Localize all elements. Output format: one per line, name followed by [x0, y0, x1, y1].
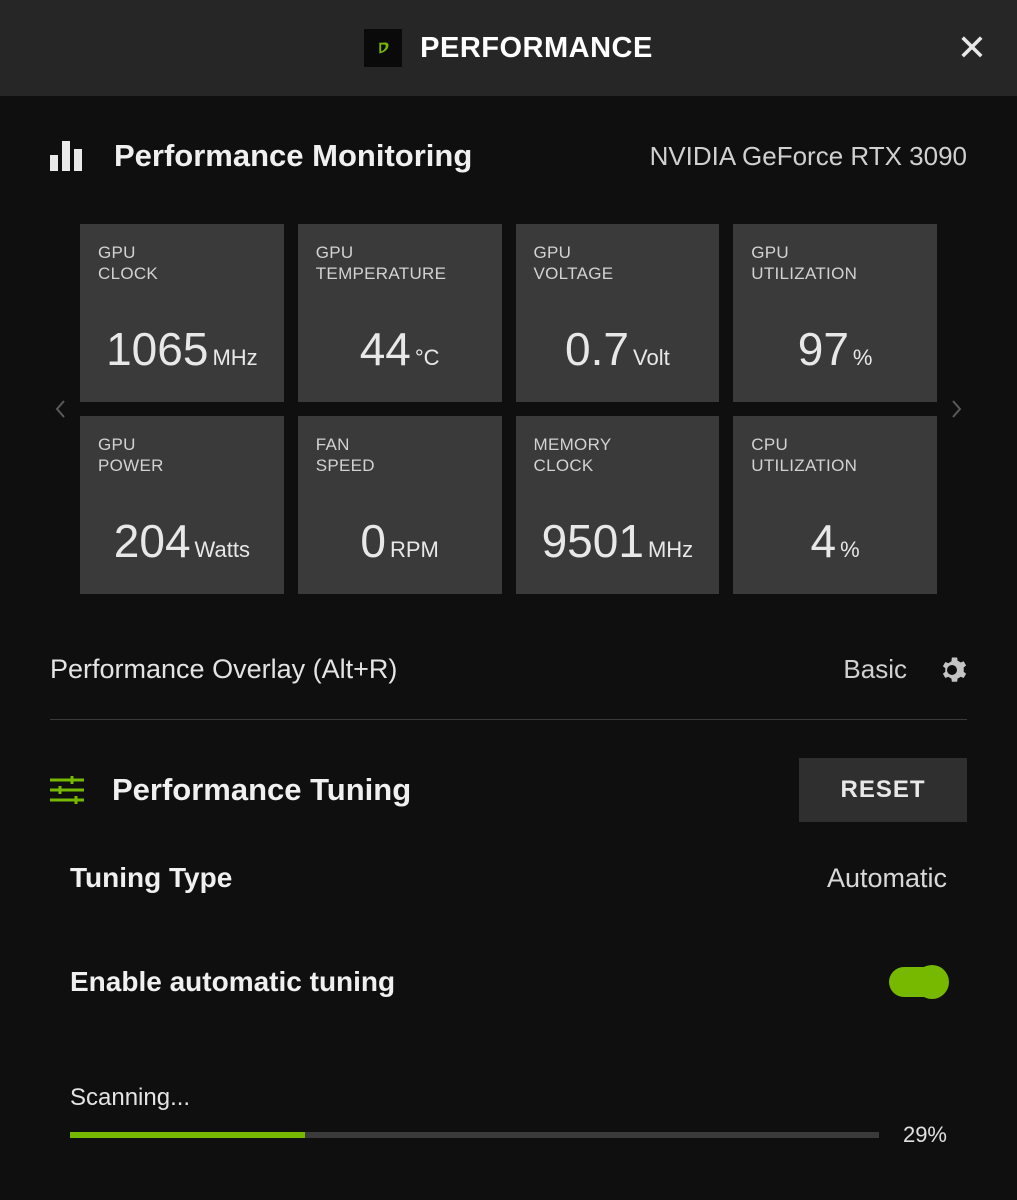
metrics-grid: GPUCLOCK 1065 MHz GPUTEMPERATURE 44 °C G…	[80, 224, 937, 594]
metric-label: GPUPOWER	[98, 434, 266, 478]
metric-value-row: 97 %	[751, 322, 919, 388]
tuning-title: Performance Tuning	[112, 772, 411, 808]
enable-tuning-toggle[interactable]	[889, 967, 947, 997]
metric-value: 1065	[106, 322, 208, 376]
metric-fan-speed: FANSPEED 0 RPM	[298, 416, 502, 594]
metric-value: 204	[114, 514, 191, 568]
nvidia-logo-icon	[364, 29, 402, 67]
overlay-mode-select[interactable]: Basic	[843, 654, 907, 685]
tuning-type-label: Tuning Type	[70, 862, 232, 894]
titlebar-title: PERFORMANCE	[420, 32, 653, 65]
enable-tuning-row: Enable automatic tuning	[50, 966, 967, 998]
metric-value-row: 0 RPM	[316, 514, 484, 580]
overlay-label: Performance Overlay (Alt+R)	[50, 654, 397, 685]
metric-value-row: 204 Watts	[98, 514, 266, 580]
metric-label: GPUTEMPERATURE	[316, 242, 484, 286]
tuning-type-value: Automatic	[827, 863, 947, 894]
progress-fill	[70, 1132, 305, 1138]
metric-unit: Watts	[195, 537, 250, 563]
tuning-progress: Scanning... 29%	[50, 1084, 967, 1148]
metric-label: GPUVOLTAGE	[534, 242, 702, 286]
close-icon[interactable]: ✕	[957, 30, 987, 66]
monitoring-header: Performance Monitoring NVIDIA GeForce RT…	[50, 138, 967, 174]
bars-icon	[50, 141, 86, 171]
metric-value: 0	[360, 514, 386, 568]
metric-gpu-power: GPUPOWER 204 Watts	[80, 416, 284, 594]
sliders-icon	[50, 775, 84, 805]
metrics-prev-button[interactable]	[50, 389, 70, 429]
metric-value: 44	[360, 322, 411, 376]
metric-cpu-util: CPUUTILIZATION 4 %	[733, 416, 937, 594]
titlebar: PERFORMANCE ✕	[0, 0, 1017, 96]
metric-gpu-voltage: GPUVOLTAGE 0.7 Volt	[516, 224, 720, 402]
tuning-type-row[interactable]: Tuning Type Automatic	[50, 862, 967, 894]
metric-unit: %	[853, 345, 873, 371]
toggle-knob-icon	[915, 965, 949, 999]
metric-memory-clock: MEMORYCLOCK 9501 MHz	[516, 416, 720, 594]
metric-value-row: 0.7 Volt	[534, 322, 702, 388]
metric-label: GPUCLOCK	[98, 242, 266, 286]
progress-label: Scanning...	[70, 1084, 947, 1112]
metric-unit: MHz	[648, 537, 693, 563]
metric-label: FANSPEED	[316, 434, 484, 478]
metric-value-row: 9501 MHz	[534, 514, 702, 580]
metric-gpu-temp: GPUTEMPERATURE 44 °C	[298, 224, 502, 402]
metric-unit: MHz	[212, 345, 257, 371]
metric-value-row: 1065 MHz	[98, 322, 266, 388]
reset-button[interactable]: RESET	[799, 758, 967, 822]
metric-unit: Volt	[633, 345, 670, 371]
metric-unit: °C	[415, 345, 440, 371]
metrics-next-button[interactable]	[947, 389, 967, 429]
metric-label: CPUUTILIZATION	[751, 434, 919, 478]
metric-value: 0.7	[565, 322, 629, 376]
metric-value: 4	[811, 514, 837, 568]
metric-label: GPUUTILIZATION	[751, 242, 919, 286]
enable-tuning-label: Enable automatic tuning	[70, 966, 395, 998]
metric-gpu-clock: GPUCLOCK 1065 MHz	[80, 224, 284, 402]
gear-icon[interactable]	[937, 655, 967, 685]
metric-value: 9501	[542, 514, 644, 568]
titlebar-center: PERFORMANCE	[364, 29, 653, 67]
overlay-row: Performance Overlay (Alt+R) Basic	[50, 654, 967, 720]
metric-value-row: 44 °C	[316, 322, 484, 388]
monitoring-title: Performance Monitoring	[114, 138, 472, 174]
gpu-name: NVIDIA GeForce RTX 3090	[650, 141, 967, 172]
progress-percent: 29%	[903, 1122, 947, 1148]
metric-label: MEMORYCLOCK	[534, 434, 702, 478]
metric-unit: RPM	[390, 537, 439, 563]
metric-value: 97	[798, 322, 849, 376]
metric-gpu-util: GPUUTILIZATION 97 %	[733, 224, 937, 402]
tuning-header: Performance Tuning RESET	[50, 758, 967, 822]
metric-value-row: 4 %	[751, 514, 919, 580]
metric-unit: %	[840, 537, 860, 563]
progress-bar	[70, 1132, 879, 1138]
